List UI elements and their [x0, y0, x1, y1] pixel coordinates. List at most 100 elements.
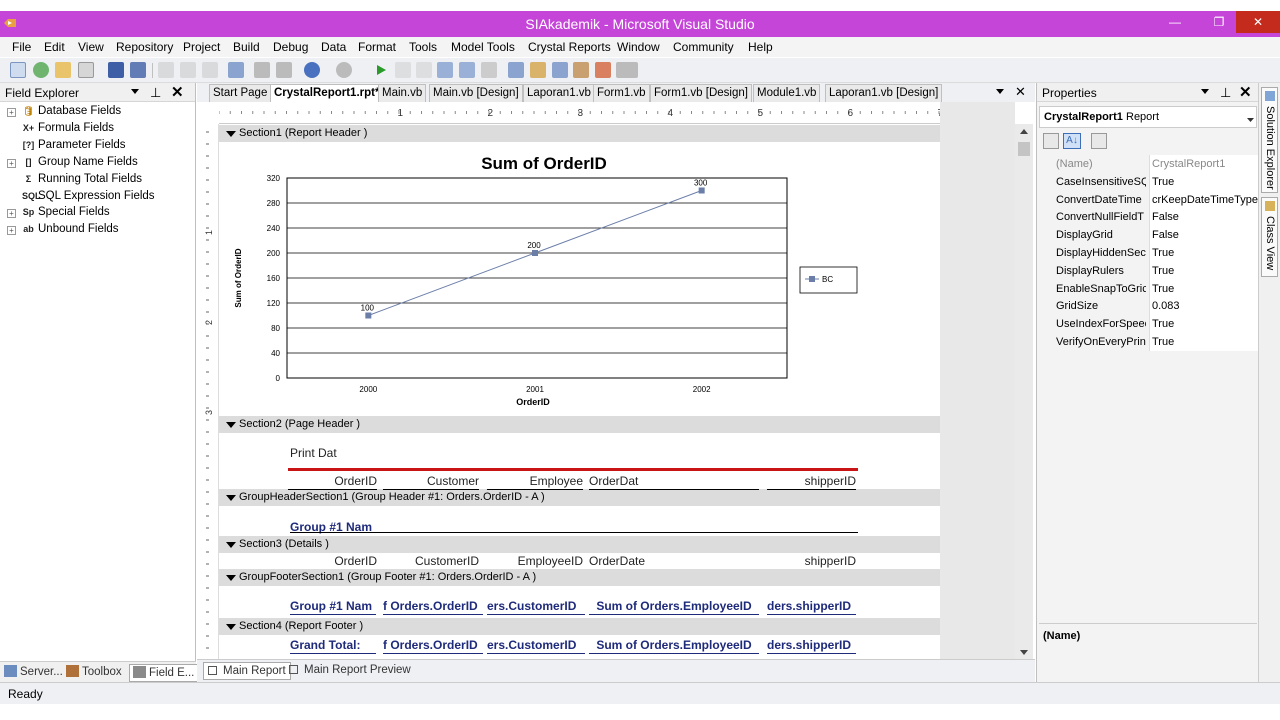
step-out-icon[interactable] — [481, 62, 497, 78]
stop-icon[interactable] — [416, 62, 432, 78]
group-footer-field-1[interactable]: f Orders.OrderID — [383, 599, 483, 615]
menu-window[interactable]: Window — [617, 40, 660, 54]
pin-icon[interactable]: ⊥ — [150, 85, 161, 101]
property-value[interactable]: True — [1149, 244, 1259, 262]
new-project-icon[interactable] — [10, 62, 26, 78]
save-all-icon[interactable] — [130, 62, 146, 78]
doc-tab-1[interactable]: CrystalReport1.rpt* — [270, 84, 384, 102]
doc-tab-8[interactable]: Laporan1.vb [Design] — [825, 84, 943, 102]
group-footer-field-3[interactable]: Sum of Orders.EmployeeID — [589, 599, 759, 615]
report-footer-field-3[interactable]: Sum of Orders.EmployeeID — [589, 638, 759, 654]
pause-icon[interactable] — [395, 62, 411, 78]
section-bar[interactable]: GroupFooterSection1 (Group Footer #1: Or… — [219, 569, 940, 586]
property-value[interactable]: False — [1149, 226, 1259, 245]
section-bar[interactable]: Section2 (Page Header ) — [219, 416, 940, 433]
collapse-icon[interactable] — [226, 131, 236, 137]
collapse-icon[interactable] — [226, 542, 236, 548]
group-footer-field-0[interactable]: Group #1 Nam — [290, 599, 376, 615]
dropdown-arrow-icon[interactable] — [130, 86, 140, 99]
doc-tab-2[interactable]: Main.vb — [378, 84, 427, 102]
column-header-4[interactable]: shipperID — [767, 474, 856, 490]
column-header-2[interactable]: Employee — [487, 474, 583, 490]
menu-data[interactable]: Data — [321, 40, 346, 54]
detail-field-2[interactable]: EmployeeID — [487, 554, 583, 570]
collapse-icon[interactable] — [226, 422, 236, 428]
property-row[interactable]: VerifyOnEveryPrin True — [1039, 333, 1259, 351]
property-row[interactable]: DisplayRulers True — [1039, 261, 1259, 280]
tree-item-formula-fields[interactable]: X+ Formula Fields — [0, 121, 190, 138]
property-value[interactable]: CrystalReport1 — [1149, 155, 1259, 173]
property-row[interactable]: UseIndexForSpeec True — [1039, 315, 1259, 334]
menu-tools[interactable]: Tools — [409, 40, 437, 54]
menu-file[interactable]: File — [12, 40, 31, 54]
minimize-button[interactable]: — — [1162, 11, 1188, 33]
collapse-icon[interactable] — [226, 624, 236, 630]
dropdown-arrow-icon[interactable] — [1200, 86, 1210, 99]
report-tab-1[interactable]: Main Report Preview — [289, 662, 411, 680]
group-name-field[interactable]: Group #1 Nam — [290, 520, 858, 536]
property-value[interactable]: crKeepDateTimeType — [1149, 190, 1259, 209]
doc-tab-5[interactable]: Form1.vb — [593, 84, 650, 102]
solution-explorer-icon[interactable] — [508, 62, 524, 78]
property-row[interactable]: EnableSnapToGric True — [1039, 279, 1259, 298]
side-tab-0[interactable]: Solution Explorer — [1261, 87, 1278, 193]
menu-debug[interactable]: Debug — [273, 40, 308, 54]
menu-build[interactable]: Build — [233, 40, 260, 54]
left-tab-2[interactable]: Field E... — [129, 664, 199, 682]
tree-item-group-name-fields[interactable]: + [] Group Name Fields — [0, 155, 190, 172]
property-value[interactable]: True — [1149, 333, 1259, 351]
tree-item-running-total-fields[interactable]: Σ Running Total Fields — [0, 172, 190, 189]
tree-item-unbound-fields[interactable]: + ab Unbound Fields — [0, 222, 190, 239]
close-doc-icon[interactable]: ✕ — [1015, 84, 1026, 100]
property-row[interactable]: DisplayGrid False — [1039, 226, 1259, 245]
save-icon[interactable] — [108, 62, 124, 78]
menu-repository[interactable]: Repository — [116, 40, 173, 54]
tree-item-special-fields[interactable]: + Sp Special Fields — [0, 205, 190, 222]
tree-item-sql-expression-fields[interactable]: SQL SQL Expression Fields — [0, 189, 190, 206]
section-bar[interactable]: Section3 (Details ) — [219, 536, 940, 553]
report-footer-field-4[interactable]: ders.shipperID — [767, 638, 856, 654]
expand-icon[interactable]: + — [7, 158, 16, 168]
menu-crystal-reports[interactable]: Crystal Reports — [528, 40, 611, 54]
vertical-scrollbar[interactable] — [1015, 124, 1033, 659]
categorized-icon[interactable] — [1043, 133, 1059, 149]
scroll-up-icon[interactable] — [1019, 126, 1029, 138]
menu-community[interactable]: Community — [673, 40, 734, 54]
report-tab-0[interactable]: Main Report — [203, 662, 291, 680]
more-tools-icon[interactable] — [616, 62, 638, 78]
property-pages-icon[interactable] — [1091, 133, 1107, 149]
alphabetical-icon[interactable]: A↓ — [1063, 133, 1081, 149]
properties-window-icon[interactable] — [530, 62, 546, 78]
property-value[interactable]: True — [1149, 315, 1259, 334]
step-over-icon[interactable] — [459, 62, 475, 78]
property-value[interactable]: True — [1149, 279, 1259, 298]
detail-field-3[interactable]: OrderDate — [589, 554, 759, 570]
menu-help[interactable]: Help — [748, 40, 773, 54]
collapse-icon[interactable] — [226, 575, 236, 581]
collapse-icon[interactable] — [226, 495, 236, 501]
print-date-field[interactable]: Print Dat — [290, 446, 340, 462]
toolbox-icon[interactable] — [573, 62, 589, 78]
expand-icon[interactable]: + — [7, 108, 16, 117]
redo-icon[interactable] — [336, 62, 352, 78]
expand-icon[interactable]: + — [7, 209, 16, 219]
paste-icon[interactable] — [202, 62, 218, 78]
close-panel-icon[interactable]: ✕ — [1239, 83, 1252, 101]
column-header-1[interactable]: Customer — [383, 474, 479, 490]
column-header-3[interactable]: OrderDat — [589, 474, 759, 490]
menu-view[interactable]: View — [78, 40, 104, 54]
property-row[interactable]: DisplayHiddenSec True — [1039, 244, 1259, 262]
property-row[interactable]: ConvertDateTime crKeepDateTimeType — [1039, 190, 1259, 209]
add-item-icon[interactable] — [33, 62, 49, 78]
maximize-button[interactable]: ❐ — [1206, 11, 1232, 33]
object-browser-icon[interactable] — [552, 62, 568, 78]
property-value[interactable]: False — [1149, 208, 1259, 227]
property-row[interactable]: CaseInsensitiveSQ True — [1039, 172, 1259, 191]
property-row[interactable]: GridSize 0.083 — [1039, 297, 1259, 316]
column-header-0[interactable]: OrderID — [288, 474, 377, 490]
group-footer-field-2[interactable]: ers.CustomerID — [487, 599, 585, 615]
add-new-item-icon[interactable] — [78, 62, 94, 78]
scroll-thumb[interactable] — [1018, 142, 1030, 156]
doc-tab-4[interactable]: Laporan1.vb — [523, 84, 595, 102]
menu-model-tools[interactable]: Model Tools — [451, 40, 515, 54]
